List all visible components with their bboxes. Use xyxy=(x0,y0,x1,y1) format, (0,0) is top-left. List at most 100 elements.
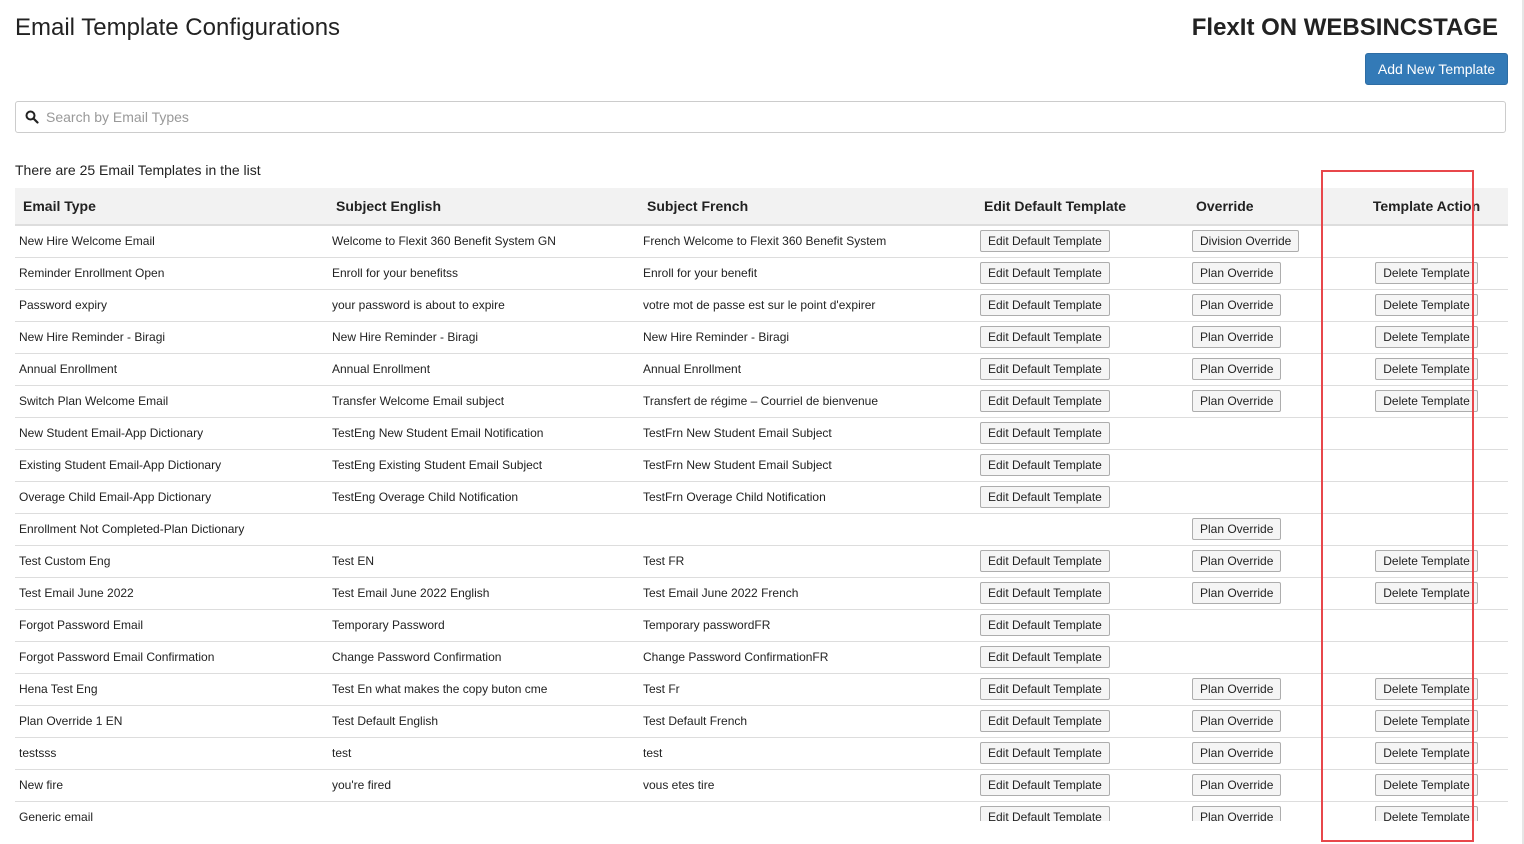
edit-default-template-button[interactable]: Edit Default Template xyxy=(980,646,1110,668)
edit-default-cell: Edit Default Template xyxy=(976,544,1188,577)
column-header-subject-french[interactable]: Subject French xyxy=(639,188,976,226)
search-box[interactable] xyxy=(15,101,1506,133)
subject-french-cell: Test Fr xyxy=(639,672,976,705)
delete-template-button[interactable]: Delete Template xyxy=(1375,806,1478,821)
edit-default-template-button[interactable]: Edit Default Template xyxy=(980,614,1110,636)
delete-template-button[interactable]: Delete Template xyxy=(1375,582,1478,604)
edit-default-template-button[interactable]: Edit Default Template xyxy=(980,774,1110,796)
delete-template-button[interactable]: Delete Template xyxy=(1375,326,1478,348)
override-cell: Plan Override xyxy=(1188,736,1345,769)
subject-french-cell: TestFrn New Student Email Subject xyxy=(639,416,976,449)
subject-english-cell: Transfer Welcome Email subject xyxy=(328,384,639,417)
edit-default-cell: Edit Default Template xyxy=(976,416,1188,449)
subject-french-cell: Change Password ConfirmationFR xyxy=(639,640,976,673)
edit-default-cell: Edit Default Template xyxy=(976,352,1188,385)
delete-template-button[interactable]: Delete Template xyxy=(1375,742,1478,764)
column-header-template-action[interactable]: Template Action xyxy=(1345,188,1508,226)
edit-default-cell: Edit Default Template xyxy=(976,480,1188,513)
table-row: Forgot Password Email Confirmation Change… xyxy=(15,640,1508,673)
edit-default-template-button[interactable]: Edit Default Template xyxy=(980,390,1110,412)
override-button[interactable]: Plan Override xyxy=(1192,358,1282,380)
override-cell xyxy=(1188,480,1345,513)
edit-default-template-button[interactable]: Edit Default Template xyxy=(980,294,1110,316)
subject-english-cell: TestEng Existing Student Email Subject xyxy=(328,448,639,481)
edit-default-template-button[interactable]: Edit Default Template xyxy=(980,358,1110,380)
table-header-row: Email Type Subject English Subject Frenc… xyxy=(15,188,1508,226)
override-button[interactable]: Plan Override xyxy=(1192,774,1282,796)
column-header-override[interactable]: Override xyxy=(1188,188,1345,226)
subject-english-cell: Test Email June 2022 English xyxy=(328,576,639,609)
edit-default-template-button[interactable]: Edit Default Template xyxy=(980,582,1110,604)
edit-default-cell: Edit Default Template xyxy=(976,640,1188,673)
template-action-cell: Delete Template xyxy=(1345,256,1508,289)
override-cell: Plan Override xyxy=(1188,384,1345,417)
email-type-cell: New fire xyxy=(15,768,328,801)
delete-template-button[interactable]: Delete Template xyxy=(1375,262,1478,284)
template-action-cell: Delete Template xyxy=(1345,800,1508,821)
templates-table-container[interactable]: Email Type Subject English Subject Frenc… xyxy=(15,188,1508,821)
table-body: New Hire Welcome Email Welcome to Flexit … xyxy=(15,224,1508,821)
override-button[interactable]: Plan Override xyxy=(1192,582,1282,604)
column-header-email-type[interactable]: Email Type xyxy=(15,188,328,226)
edit-default-cell: Edit Default Template xyxy=(976,448,1188,481)
delete-template-button[interactable]: Delete Template xyxy=(1375,774,1478,796)
edit-default-template-button[interactable]: Edit Default Template xyxy=(980,742,1110,764)
table-row: Plan Override 1 EN Test Default English Te… xyxy=(15,704,1508,737)
override-button[interactable]: Plan Override xyxy=(1192,710,1282,732)
override-button[interactable]: Plan Override xyxy=(1192,550,1282,572)
subject-french-cell: Transfert de régime – Courriel de bienve… xyxy=(639,384,976,417)
template-action-cell xyxy=(1345,448,1508,481)
email-type-cell: Hena Test Eng xyxy=(15,672,328,705)
override-cell: Plan Override xyxy=(1188,288,1345,321)
override-button[interactable]: Plan Override xyxy=(1192,326,1282,348)
override-cell: Plan Override xyxy=(1188,576,1345,609)
override-button[interactable]: Division Override xyxy=(1192,230,1300,253)
override-button[interactable]: Plan Override xyxy=(1192,806,1282,821)
override-cell: Division Override xyxy=(1188,224,1345,257)
subject-english-cell: Welcome to Flexit 360 Benefit System GN xyxy=(328,224,639,257)
search-input[interactable] xyxy=(46,102,1486,132)
delete-template-button[interactable]: Delete Template xyxy=(1375,710,1478,732)
delete-template-button[interactable]: Delete Template xyxy=(1375,294,1478,316)
edit-default-template-button[interactable]: Edit Default Template xyxy=(980,422,1110,444)
override-button[interactable]: Plan Override xyxy=(1192,518,1282,540)
edit-default-template-button[interactable]: Edit Default Template xyxy=(980,262,1110,284)
email-type-cell: Test Email June 2022 xyxy=(15,576,328,609)
edit-default-template-button[interactable]: Edit Default Template xyxy=(980,454,1110,476)
column-header-subject-english[interactable]: Subject English xyxy=(328,188,639,226)
edit-default-template-button[interactable]: Edit Default Template xyxy=(980,550,1110,572)
override-button[interactable]: Plan Override xyxy=(1192,294,1282,316)
edit-default-template-button[interactable]: Edit Default Template xyxy=(980,806,1110,821)
subject-english-cell xyxy=(328,512,639,545)
subject-english-cell: TestEng Overage Child Notification xyxy=(328,480,639,513)
override-button[interactable]: Plan Override xyxy=(1192,678,1282,700)
override-button[interactable]: Plan Override xyxy=(1192,742,1282,764)
column-header-edit-default[interactable]: Edit Default Template xyxy=(976,188,1188,226)
template-action-cell: Delete Template xyxy=(1345,384,1508,417)
add-new-template-button[interactable]: Add New Template xyxy=(1365,53,1508,85)
edit-default-cell: Edit Default Template xyxy=(976,768,1188,801)
edit-default-template-button[interactable]: Edit Default Template xyxy=(980,486,1110,508)
override-cell: Plan Override xyxy=(1188,672,1345,705)
edit-default-template-button[interactable]: Edit Default Template xyxy=(980,230,1110,253)
override-cell: Plan Override xyxy=(1188,704,1345,737)
subject-french-cell: Temporary passwordFR xyxy=(639,608,976,641)
table-row: New Hire Reminder - Biragi New Hire Remin… xyxy=(15,320,1508,353)
delete-template-button[interactable]: Delete Template xyxy=(1375,550,1478,572)
subject-french-cell xyxy=(639,512,976,545)
subject-french-cell: vous etes tire xyxy=(639,768,976,801)
email-type-cell: New Student Email-App Dictionary xyxy=(15,416,328,449)
delete-template-button[interactable]: Delete Template xyxy=(1375,390,1478,412)
edit-default-cell: Edit Default Template xyxy=(976,736,1188,769)
subject-english-cell: test xyxy=(328,736,639,769)
override-button[interactable]: Plan Override xyxy=(1192,262,1282,284)
edit-default-template-button[interactable]: Edit Default Template xyxy=(980,326,1110,348)
edit-default-template-button[interactable]: Edit Default Template xyxy=(980,710,1110,732)
subject-english-cell: Test Default English xyxy=(328,704,639,737)
edit-default-template-button[interactable]: Edit Default Template xyxy=(980,678,1110,700)
email-type-cell: Switch Plan Welcome Email xyxy=(15,384,328,417)
override-cell: Plan Override xyxy=(1188,352,1345,385)
delete-template-button[interactable]: Delete Template xyxy=(1375,358,1478,380)
override-button[interactable]: Plan Override xyxy=(1192,390,1282,412)
delete-template-button[interactable]: Delete Template xyxy=(1375,678,1478,700)
